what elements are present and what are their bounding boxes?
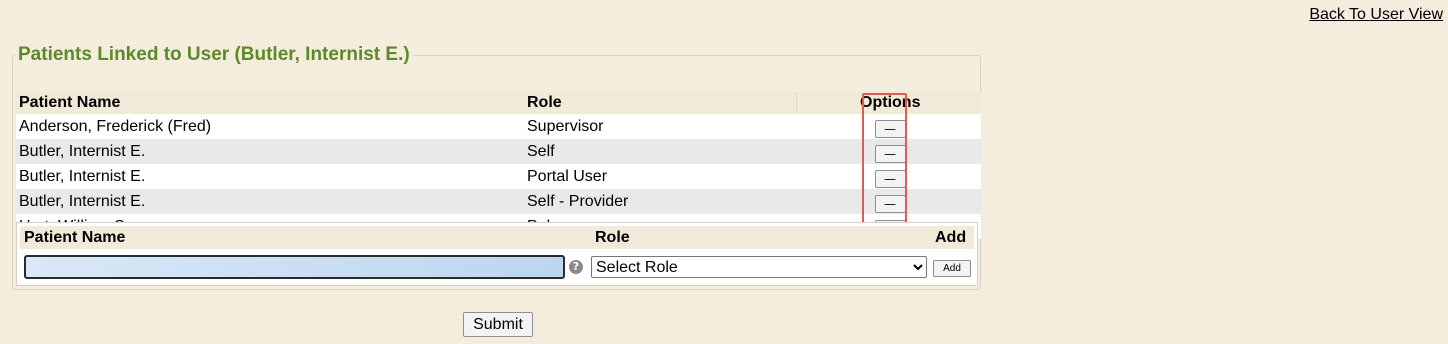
add-column-header-patient-name: Patient Name xyxy=(20,226,591,249)
add-button-cell: Add xyxy=(931,249,974,279)
options-cell: — xyxy=(796,114,981,139)
table-row: Anderson, Frederick (Fred) Supervisor — xyxy=(16,114,981,139)
submit-button[interactable]: Submit xyxy=(463,312,533,337)
role-select-cell: Select Role xyxy=(591,249,931,279)
add-column-header-add: Add xyxy=(931,226,974,249)
remove-link-button[interactable]: — xyxy=(874,120,906,138)
column-header-patient-name: Patient Name xyxy=(16,92,524,114)
add-input-row: ? Select Role Add xyxy=(20,249,974,279)
remove-link-button[interactable]: — xyxy=(874,195,906,213)
remove-link-button[interactable]: — xyxy=(874,145,906,163)
table-row: Butler, Internist E. Self — xyxy=(16,139,981,164)
table-header-row: Patient Name Role Options xyxy=(16,92,981,114)
role-cell: Supervisor xyxy=(524,114,796,139)
patient-name-input[interactable] xyxy=(24,255,565,279)
add-column-header-role: Role xyxy=(591,226,931,249)
column-header-options: Options xyxy=(795,92,981,114)
back-to-user-view-link[interactable]: Back To User View xyxy=(1309,6,1443,24)
role-cell: Self - Provider xyxy=(524,189,796,214)
column-header-role: Role xyxy=(524,92,796,114)
linked-patients-table: Patient Name Role Options Anderson, Fred… xyxy=(16,92,981,239)
options-cell: — xyxy=(796,164,981,189)
remove-link-button[interactable]: — xyxy=(874,170,906,188)
table-row: Butler, Internist E. Portal User — xyxy=(16,164,981,189)
table-row: Butler, Internist E. Self - Provider — xyxy=(16,189,981,214)
add-patient-form: Patient Name Role Add ? Select Role Add xyxy=(16,222,978,286)
options-cell: — xyxy=(796,189,981,214)
options-cell: — xyxy=(796,139,981,164)
patient-name-cell: Butler, Internist E. xyxy=(16,189,524,214)
add-button[interactable]: Add xyxy=(933,259,971,277)
add-header-row: Patient Name Role Add xyxy=(20,226,974,249)
patient-name-cell: Butler, Internist E. xyxy=(16,139,524,164)
role-cell: Self xyxy=(524,139,796,164)
patient-name-input-cell: ? xyxy=(20,249,591,279)
add-patient-table: Patient Name Role Add ? Select Role Add xyxy=(20,226,974,279)
question-circle-icon[interactable]: ? xyxy=(569,260,583,275)
role-cell: Portal User xyxy=(524,164,796,189)
panel-title: Patients Linked to User (Butler, Interni… xyxy=(18,44,410,65)
patient-name-cell: Butler, Internist E. xyxy=(16,164,524,189)
patient-name-cell: Anderson, Frederick (Fred) xyxy=(16,114,524,139)
role-select[interactable]: Select Role xyxy=(591,256,927,278)
